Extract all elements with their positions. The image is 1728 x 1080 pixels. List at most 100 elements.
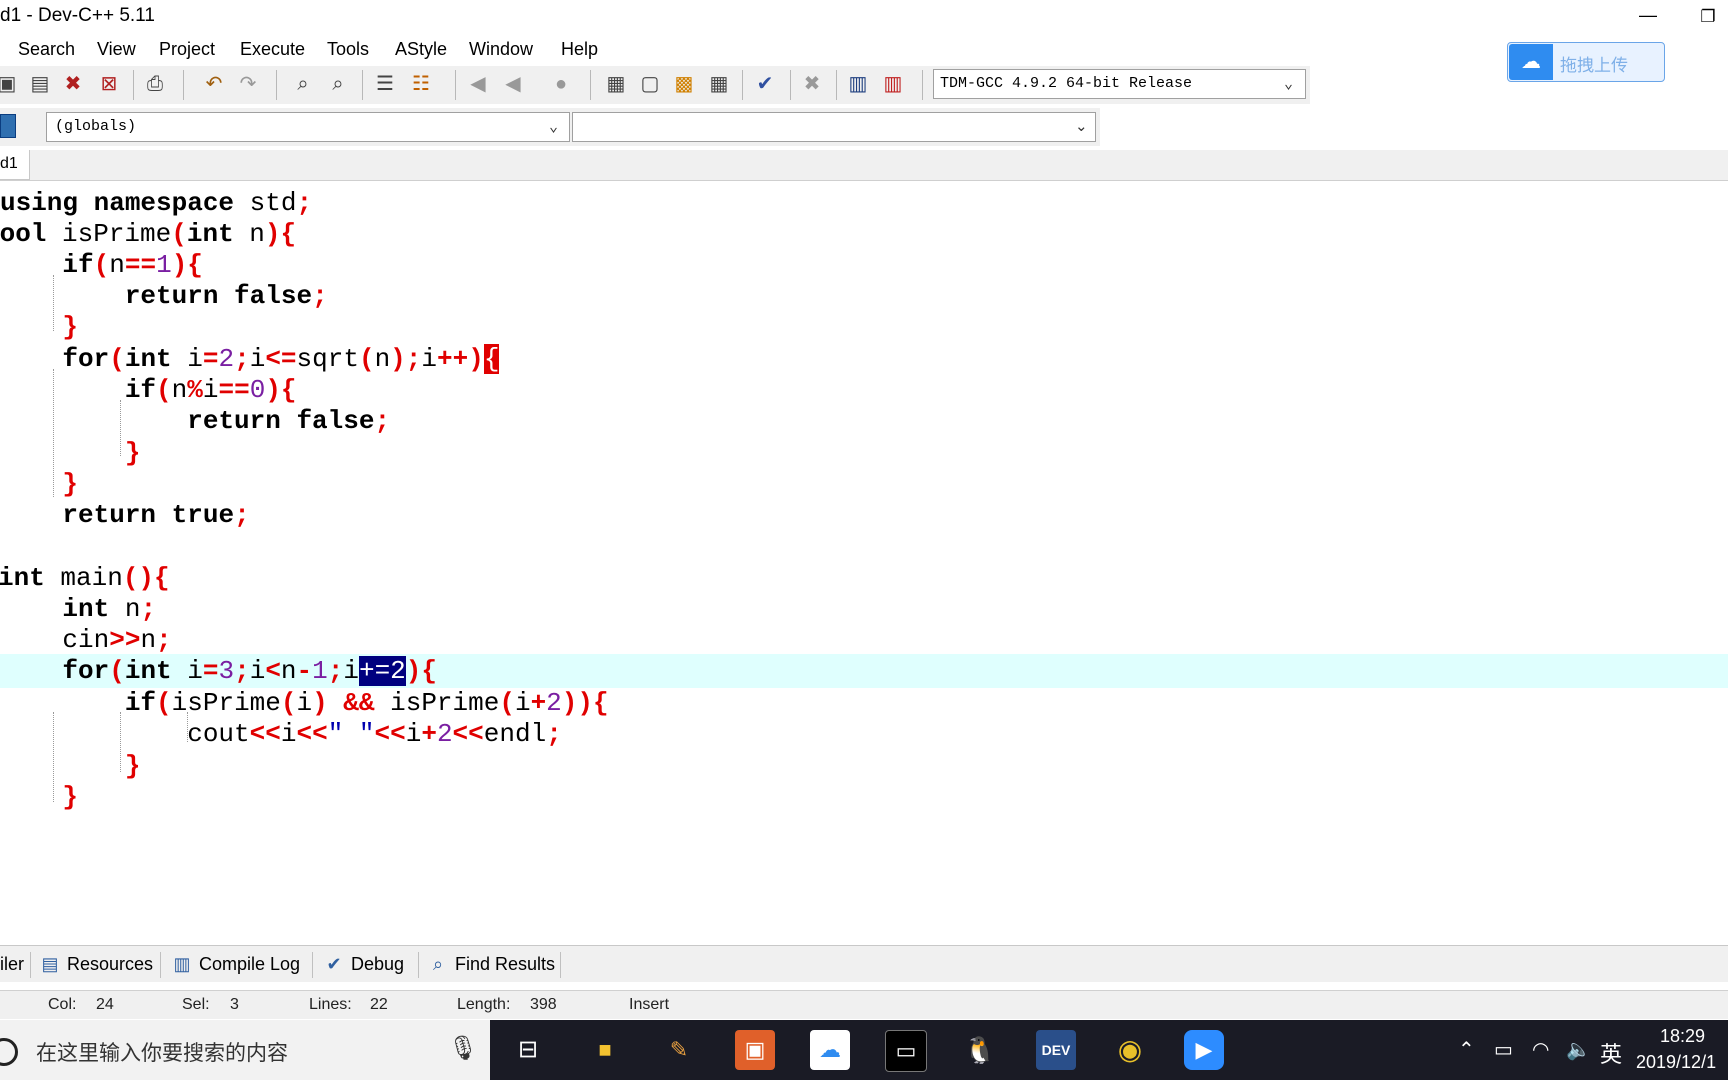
- menu-search[interactable]: Search: [18, 39, 75, 60]
- toolbar-separator: [455, 70, 456, 100]
- status-sel: 3: [230, 996, 239, 1013]
- search-icon: [0, 1038, 18, 1066]
- undo-icon[interactable]: ↶: [201, 71, 227, 97]
- goto-back-icon[interactable]: ◀: [465, 71, 491, 97]
- status-bar: Col: 24 Sel: 3 Lines: 22 Length: 398 Ins…: [0, 990, 1728, 1019]
- check-icon[interactable]: ✔: [752, 71, 778, 97]
- microphone-icon[interactable]: 🎙: [448, 1034, 478, 1063]
- profile-icon[interactable]: ▥: [880, 71, 906, 97]
- menu-help[interactable]: Help: [561, 39, 598, 60]
- code-line: return false;: [124, 281, 328, 311]
- tab-find-results[interactable]: ⌕ Find Results: [426, 949, 555, 979]
- wifi-icon[interactable]: ◠: [1532, 1037, 1549, 1062]
- tab-debug[interactable]: ✔ Debug: [322, 949, 404, 979]
- editor-tab-strip: d1: [0, 150, 1728, 181]
- redo-icon[interactable]: ↷: [235, 71, 261, 97]
- goto-forward-icon[interactable]: ◀: [500, 71, 526, 97]
- zoom-icon[interactable]: ▶: [1184, 1030, 1224, 1070]
- selected-text: +=2: [358, 656, 406, 686]
- task-view-icon[interactable]: ⊟: [508, 1030, 548, 1070]
- tab-resources[interactable]: ▤ Resources: [38, 949, 153, 979]
- indent-icon[interactable]: ☰: [372, 71, 398, 97]
- tab-separator: [312, 952, 313, 978]
- chart-icon[interactable]: ▥: [845, 71, 871, 97]
- print-icon[interactable]: ⎙: [142, 71, 168, 97]
- unindent-icon[interactable]: ☷: [408, 71, 434, 97]
- code-line: if(isPrime(i) && isPrime(i+2)){: [124, 688, 609, 718]
- menu-tools[interactable]: Tools: [327, 39, 369, 60]
- minimize-button[interactable]: —: [1630, 0, 1666, 34]
- tab-compile-log[interactable]: ▥ Compile Log: [170, 949, 300, 979]
- bottom-panel-tabs: iler ▤ Resources ▥ Compile Log ✔ Debug ⌕…: [0, 945, 1728, 982]
- code-line: }: [62, 782, 79, 812]
- status-sel-label: Sel:: [182, 996, 210, 1013]
- file-explorer-icon[interactable]: ■: [585, 1030, 625, 1070]
- recorder-icon[interactable]: ▣: [735, 1030, 775, 1070]
- close-icon[interactable]: ✖: [60, 71, 86, 97]
- search-input[interactable]: 在这里输入你要搜索的内容: [36, 1037, 288, 1067]
- compiler-value: TDM-GCC 4.9.2 64-bit Release: [940, 75, 1193, 92]
- members-select[interactable]: ⌄: [572, 112, 1096, 142]
- code-line: }: [0, 530, 1714, 564]
- bookmark-icon[interactable]: ●: [548, 71, 574, 97]
- code-line: for(int i=2;i<=sqrt(n);i++){: [62, 344, 500, 374]
- tab-compile-log-label: Compile Log: [199, 954, 301, 974]
- status-mode: Insert: [629, 996, 670, 1013]
- toolbar-separator: [742, 70, 743, 100]
- clock-time[interactable]: 18:29: [1660, 1026, 1705, 1047]
- status-col-label: Col:: [48, 996, 77, 1013]
- ime-indicator[interactable]: 英: [1600, 1037, 1622, 1069]
- code-line: if(n%i==0){: [124, 375, 297, 405]
- close-all-icon[interactable]: ⊠: [96, 71, 122, 97]
- tab-find-results-label: Find Results: [455, 954, 556, 974]
- menu-window[interactable]: Window: [469, 39, 533, 60]
- code-editor[interactable]: using namespace std; bool isPrime(int n)…: [0, 182, 1728, 942]
- clock-date[interactable]: 2019/12/1: [1636, 1052, 1716, 1073]
- menu-execute[interactable]: Execute: [240, 39, 305, 60]
- tab-file[interactable]: d1: [0, 150, 30, 180]
- layout-icon[interactable]: ▦: [706, 71, 732, 97]
- code-line: bool isPrime(int n){: [0, 219, 297, 249]
- delete-icon[interactable]: ✖: [799, 71, 825, 97]
- find-icon: ⌕: [432, 954, 444, 974]
- check-icon: ✔: [326, 954, 342, 974]
- tab-separator: [30, 952, 31, 978]
- tab-compiler[interactable]: iler: [0, 949, 24, 979]
- chevron-up-icon[interactable]: ⌃: [1458, 1037, 1475, 1062]
- battery-icon[interactable]: ▭: [1494, 1037, 1513, 1062]
- menu-bar: Search View Project Execute Tools AStyle…: [0, 34, 1728, 64]
- find-icon[interactable]: ⌕: [290, 71, 316, 97]
- chrome-icon[interactable]: ◉: [1110, 1030, 1150, 1070]
- compiler-select[interactable]: TDM-GCC 4.9.2 64-bit Release ⌄: [933, 69, 1306, 99]
- replace-icon[interactable]: ⌕: [325, 71, 351, 97]
- taskbar-search[interactable]: 在这里输入你要搜索的内容 🎙: [0, 1020, 490, 1080]
- chevron-down-icon: ⌄: [1284, 76, 1294, 93]
- devcpp-icon[interactable]: DEV: [1036, 1030, 1076, 1070]
- cloud-upload-widget[interactable]: ☁ 拖拽上传: [1507, 42, 1665, 82]
- restore-button[interactable]: ❐: [1690, 0, 1726, 34]
- class-browser-icon[interactable]: [0, 114, 16, 138]
- menu-astyle[interactable]: AStyle: [395, 39, 447, 60]
- new-window-icon[interactable]: ▢: [637, 71, 663, 97]
- resources-icon: ▤: [41, 954, 59, 974]
- scope-select[interactable]: (globals) ⌄: [46, 112, 570, 142]
- save-icon[interactable]: ▣: [0, 71, 20, 97]
- new-class-icon[interactable]: ▦: [603, 71, 629, 97]
- toolbar-separator: [922, 70, 923, 100]
- terminal-icon[interactable]: ▭: [885, 1030, 927, 1072]
- project-options-icon[interactable]: ▩: [671, 71, 697, 97]
- code-line: if(n==1){: [62, 250, 203, 280]
- baidu-cloud-icon[interactable]: ☁: [810, 1030, 850, 1070]
- volume-icon[interactable]: 🔈: [1566, 1037, 1591, 1062]
- qq-icon[interactable]: 🐧: [960, 1030, 1000, 1070]
- paint-icon[interactable]: ✎: [659, 1030, 699, 1070]
- window-title: d1 - Dev-C++ 5.11: [0, 5, 155, 26]
- menu-project[interactable]: Project: [159, 39, 215, 60]
- toolbar-separator: [183, 70, 184, 100]
- status-length-label: Length:: [457, 996, 511, 1013]
- save-all-icon[interactable]: ▤: [27, 71, 53, 97]
- code-line: }: [124, 438, 141, 468]
- menu-view[interactable]: View: [97, 39, 136, 60]
- code-line: cout<<i<<" "<<i+2<<endl;: [0, 719, 562, 749]
- toolbar-separator: [836, 70, 837, 100]
